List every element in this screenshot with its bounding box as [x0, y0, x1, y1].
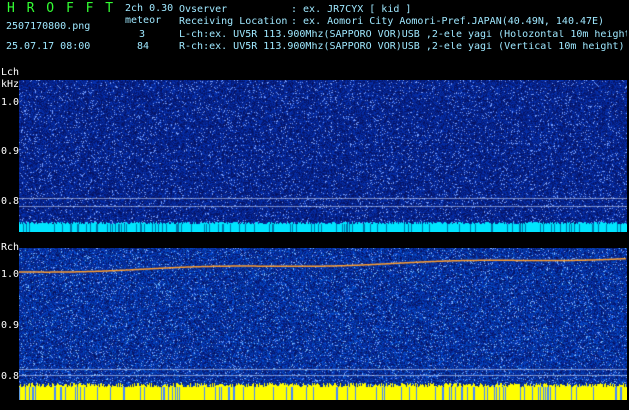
rch-ytick-2: 0.9: [1, 320, 20, 331]
lch-spectrogram[interactable]: [19, 80, 627, 232]
observer-value: : ex. JR7CYX [ kid ]: [291, 4, 412, 15]
location-value: : ex. Aomori City Aomori-Pref.JAPAN(40.4…: [291, 16, 605, 27]
rch-ytick-1: 1.0: [1, 269, 20, 280]
lch-ytick-2: 0.9: [1, 146, 20, 157]
lch-ytick-1: 1.0: [1, 97, 20, 108]
location-label: Receiving Location: [179, 16, 288, 27]
datetime: 25.07.17 08:00: [6, 41, 91, 52]
app-title: H R O F F T: [7, 1, 116, 16]
meteor-label: meteor: [125, 15, 162, 26]
mode-label: 2ch 0.30: [125, 3, 174, 14]
rch-info: R-ch:ex. UV5R 113.900Mhz(SAPPORO VOR)USB…: [179, 42, 625, 52]
lch-ytick-3: 0.8: [1, 196, 20, 207]
rch-label: Rch: [1, 242, 20, 253]
rch-ytick-3: 0.8: [1, 371, 20, 382]
lch-info: L-ch:ex. UV5R 113.900Mhz(SAPPORO VOR)USB…: [179, 30, 627, 40]
observer-label: Ovserver: [179, 4, 228, 15]
meteor-count-lch: 3: [139, 29, 146, 40]
rch-spectrogram[interactable]: [19, 248, 627, 400]
lch-unit: kHz: [1, 79, 20, 90]
filename: 2507170800.png: [6, 21, 91, 32]
lch-label: Lch: [1, 67, 20, 78]
meteor-count-rch: 84: [137, 41, 150, 52]
